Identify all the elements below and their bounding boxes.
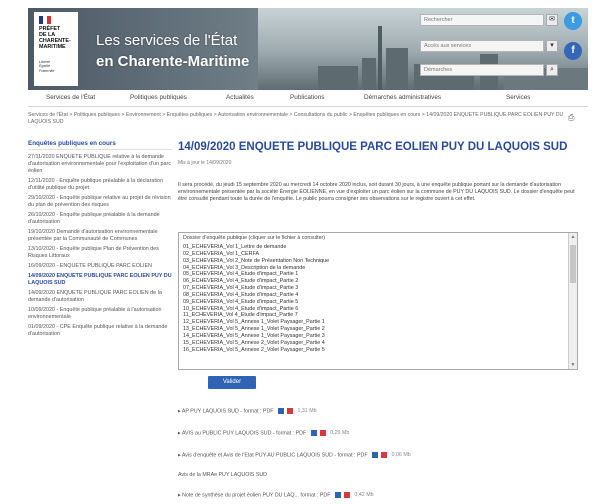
file-size: 0,42 Mb xyxy=(354,492,374,499)
site-title[interactable]: Les services de l'État en Charente-Marit… xyxy=(96,30,249,72)
file-row[interactable]: ▸ Note de synthèse du projet éolien PUY … xyxy=(178,492,582,498)
arrow-right-icon: ▸ xyxy=(178,430,181,437)
arrow-right-icon: ▸ xyxy=(178,492,181,499)
file-row[interactable]: ▸ AP PUY LAQUOIS SUD - format : PDF 1,31… xyxy=(178,408,582,414)
file-row[interactable]: Avis de la MRAe PUY LAQUOIS SUD xyxy=(178,472,582,478)
page: PRÉFET DE LA CHARENTE- MARITIME Liberté … xyxy=(28,0,588,504)
site-title-line-2: en Charente-Maritime xyxy=(96,53,250,70)
file-size: 1,31 Mb xyxy=(297,408,317,415)
document-option[interactable]: 06_ECHEVERIA_Vol 4_Etude d'impact_Partie… xyxy=(179,278,577,285)
breadcrumb[interactable]: Services de l'État > Politiques publique… xyxy=(28,112,568,126)
document-option[interactable]: 08_ECHEVERIA_Vol 4_Etude d'impact_Partie… xyxy=(179,292,577,299)
site-title-line-1: Les services de l'État xyxy=(96,32,238,49)
main-content: 14/09/2020 ENQUETE PUBLIQUE PARC EOLIEN … xyxy=(178,140,584,504)
file-pdf-icon[interactable] xyxy=(319,430,326,436)
sidebar-item[interactable]: 01/09/2020 - CPE Enquête publique relati… xyxy=(28,324,172,338)
document-list-box[interactable]: Dossier d'enquête publique (cliquer sur … xyxy=(178,232,578,370)
logo-text: PRÉFET DE LA CHARENTE- MARITIME xyxy=(39,26,71,50)
scroll-up-icon[interactable]: ▲ xyxy=(569,233,577,241)
search-input[interactable]: Rechercher xyxy=(420,14,544,26)
sidebar-item[interactable]: 14/09/2020 ENQUETE PUBLIQUE PARC EOLIEN … xyxy=(28,290,172,304)
site-header: PRÉFET DE LA CHARENTE- MARITIME Liberté … xyxy=(28,8,588,90)
document-option[interactable]: 07_ECHEVERIA_Vol 4_Etude d'impact_Partie… xyxy=(179,285,577,292)
document-option[interactable]: 02_ECHEVERIA_Vol 1_CERFA xyxy=(179,251,577,258)
page-title: 14/09/2020 ENQUETE PUBLIQUE PARC EOLIEN … xyxy=(178,141,568,153)
document-list-header: Dossier d'enquête publique (cliquer sur … xyxy=(183,235,326,241)
nav-item-actualites[interactable]: Actualités xyxy=(226,94,254,101)
intro-paragraph: Il sera procédé, du jeudi 15 septembre 2… xyxy=(178,182,575,202)
sidebar-item[interactable]: 29/10/2020 - Enquête publique relative a… xyxy=(28,195,172,209)
chevron-down-icon[interactable]: ▾ xyxy=(546,40,558,52)
main-navigation: Services de l'État Politiques publiques … xyxy=(28,92,588,107)
file-pdf-icon[interactable] xyxy=(343,492,350,498)
sidebar-item-active[interactable]: 14/09/2020 ENQUETE PUBLIQUE PARC EOLIEN … xyxy=(28,273,172,287)
document-option[interactable]: 12_ECHEVERIA_Vol 5_Annexe 1_Volet Paysag… xyxy=(179,319,577,326)
arrow-right-icon: ▸ xyxy=(178,408,181,415)
twitter-icon[interactable]: t xyxy=(564,12,582,30)
file-link[interactable]: Note de synthèse du projet éolien PUY DU… xyxy=(182,492,330,498)
sidebar-item[interactable]: 16/09/2020 - ENQUETE PUBLIQUE PARC EOLIE… xyxy=(28,263,172,270)
file-size: 0,06 Mb xyxy=(391,452,411,459)
file-link[interactable]: Avis d'enquête et Avis de l'Etat PUY AU … xyxy=(182,452,368,458)
document-option[interactable]: 16_ECHEVERIA_Vol 5_Annexe 2_Volet Paysag… xyxy=(179,347,577,354)
sidebar-item[interactable]: 12/11/2020 - Enquête publique préalable … xyxy=(28,178,172,192)
file-pdf-icon[interactable] xyxy=(381,452,388,458)
document-option[interactable]: 04_ECHEVERIA_Vol 3_Description de la dem… xyxy=(179,265,577,272)
save-icon[interactable] xyxy=(334,492,341,498)
document-option[interactable]: 11_ECHEVERIA_Vol 4_Etude d'impact_Partie… xyxy=(179,312,577,319)
document-option[interactable]: 01_ECHEVERIA_Vol 1_Lettre de demande xyxy=(179,244,577,251)
demarches-input[interactable]: Démarches xyxy=(420,64,544,76)
document-option[interactable]: 15_ECHEVERIA_Vol 5_Annexe 2_Volet Paysag… xyxy=(179,340,577,347)
file-link[interactable]: AP PUY LAQUOIS SUD - format : PDF xyxy=(182,408,274,414)
scroll-thumb[interactable] xyxy=(570,245,576,283)
document-option[interactable]: 09_ECHEVERIA_Vol 4_Etude d'impact_Partie… xyxy=(179,299,577,306)
header-search-panel: Rechercher ✉ Accès aux services ▾ Démarc… xyxy=(420,12,558,82)
sidebar-item[interactable]: 19/10/2020 Demande d'autorisation enviro… xyxy=(28,229,172,243)
print-icon[interactable]: ⎙ xyxy=(568,113,574,123)
nav-item-services[interactable]: Services xyxy=(506,94,531,101)
services-select[interactable]: Accès aux services xyxy=(420,40,544,52)
document-option[interactable]: 14_ECHEVERIA_Vol 5_Annexe 1_Volet Paysag… xyxy=(179,333,577,340)
marianne-flag-icon xyxy=(39,16,51,24)
file-row[interactable]: ▸ AVIS au PUBLIC PUY LAQUOIS SUD - forma… xyxy=(178,430,582,436)
updated-date: Mis à jour le 14/09/2020 xyxy=(178,160,232,166)
sidebar: Enquêtes publiques en cours 27/11/2020 E… xyxy=(28,140,172,504)
file-link[interactable]: AVIS au PUBLIC PUY LAQUOIS SUD - format … xyxy=(182,430,306,436)
document-list-scrollbar[interactable]: ▲ ▼ xyxy=(568,233,577,369)
document-option[interactable]: 10_ECHEVERIA_Vol 4_Etude d'impact_Partie… xyxy=(179,306,577,313)
sidebar-item[interactable]: 10/09/2020 - Enquête publique préalable … xyxy=(28,307,172,321)
logo-motto: Liberté Égalité Fraternité xyxy=(39,60,55,73)
sidebar-item[interactable]: 13/10/2020 - Enquête publique Plan de Pr… xyxy=(28,246,172,260)
nav-item-politiques-publiques[interactable]: Politiques publiques xyxy=(130,94,187,101)
nav-item-services-etat[interactable]: Services de l'État xyxy=(46,94,95,101)
sidebar-item[interactable]: 26/10/2020 - Enquête publique préalable … xyxy=(28,212,172,226)
sidebar-item[interactable]: 27/11/2020 ENQUETE PUBLIQUE relative à l… xyxy=(28,154,172,175)
document-option[interactable]: 13_ECHEVERIA_Vol 5_Annexe 1_Volet Paysag… xyxy=(179,326,577,333)
search-icon[interactable]: ⌕ xyxy=(546,64,558,76)
save-icon[interactable] xyxy=(277,408,284,414)
nav-item-demarches[interactable]: Démarches administratives xyxy=(364,94,441,101)
save-icon[interactable] xyxy=(310,430,317,436)
document-option[interactable]: 03_ECHEVERIA_Vol 2_Note de Présentation … xyxy=(179,258,577,265)
mail-icon[interactable]: ✉ xyxy=(546,14,558,26)
file-size: 0,29 Mb xyxy=(330,430,350,437)
file-link[interactable]: Avis de la MRAe PUY LAQUOIS SUD xyxy=(178,472,267,478)
sidebar-title: Enquêtes publiques en cours xyxy=(28,140,172,150)
valider-button[interactable]: Valider xyxy=(208,376,256,389)
arrow-right-icon: ▸ xyxy=(178,452,181,459)
document-option[interactable]: 05_ECHEVERIA_Vol 4_Etude d'impact_Partie… xyxy=(179,271,577,278)
nav-item-publications[interactable]: Publications xyxy=(290,94,324,101)
file-row[interactable]: ▸ Avis d'enquête et Avis de l'Etat PUY A… xyxy=(178,452,582,458)
save-icon[interactable] xyxy=(372,452,379,458)
prefecture-logo[interactable]: PRÉFET DE LA CHARENTE- MARITIME Liberté … xyxy=(34,12,78,86)
scroll-down-icon[interactable]: ▼ xyxy=(569,361,577,369)
file-pdf-icon[interactable] xyxy=(286,408,293,414)
facebook-icon[interactable]: f xyxy=(564,42,582,60)
